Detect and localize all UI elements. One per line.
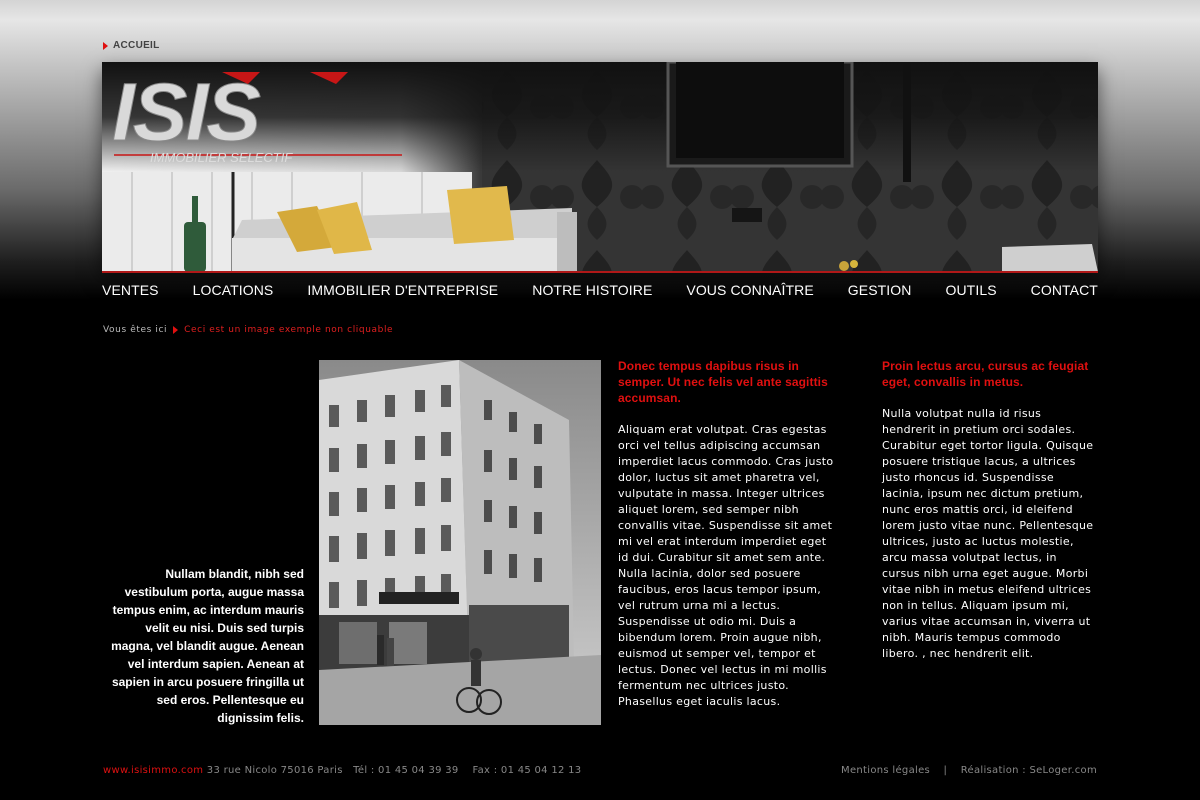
banner-image: ISIS IMMOBILIER SELECTIF	[102, 62, 1098, 272]
column-1-heading: Donec tempus dapibus risus in semper. Ut…	[618, 359, 828, 405]
breadcrumb-prefix: Vous êtes ici	[103, 325, 168, 335]
intro-text: Nullam blandit, nibh sed vestibulum port…	[111, 567, 304, 725]
footer-links: Mentions légales | Réalisation : SeLoger…	[841, 765, 1097, 776]
credit-link[interactable]: Réalisation : SeLoger.com	[961, 765, 1097, 776]
column-1-body: Aliquam erat volutpat. Cras egestas orci…	[618, 423, 834, 708]
building-photo	[319, 360, 601, 725]
home-link[interactable]: ACCUEIL	[103, 40, 160, 51]
content-column-2: Proin lectus arcu, cursus ac feugiat ege…	[882, 358, 1098, 662]
content-column-1: Donec tempus dapibus risus in semper. Ut…	[618, 358, 838, 710]
arrow-right-icon	[173, 326, 179, 334]
header-banner: ISIS IMMOBILIER SELECTIF	[102, 62, 1098, 272]
footer-contact: www.isisimmo.com 33 rue Nicolo 75016 Par…	[103, 765, 581, 776]
breadcrumb: Vous êtes ici Ceci est un image exemple …	[103, 325, 393, 335]
footer-phone: Tél : 01 45 04 39 39	[353, 765, 459, 776]
nav-item-gestion[interactable]: GESTION	[848, 282, 912, 298]
banner-divider	[102, 271, 1098, 273]
breadcrumb-current: Ceci est un image exemple non cliquable	[184, 325, 394, 335]
footer-fax: Fax : 01 45 04 12 13	[472, 765, 582, 776]
nav-item-vous-connaitre[interactable]: VOUS CONNAÎTRE	[686, 282, 813, 298]
footer-address: 33 rue Nicolo 75016 Paris	[206, 765, 343, 776]
nav-item-locations[interactable]: LOCATIONS	[193, 282, 274, 298]
main-nav: VENTES LOCATIONS IMMOBILIER D'ENTREPRISE…	[102, 282, 1098, 298]
footer: www.isisimmo.com 33 rue Nicolo 75016 Par…	[103, 765, 1097, 776]
website-link[interactable]: www.isisimmo.com	[103, 765, 203, 776]
home-link-label: ACCUEIL	[113, 40, 160, 51]
column-2-heading: Proin lectus arcu, cursus ac feugiat ege…	[882, 359, 1089, 389]
logo-tagline: IMMOBILIER SELECTIF	[150, 150, 293, 165]
nav-item-contact[interactable]: CONTACT	[1031, 282, 1098, 298]
column-2-body: Nulla volutpat nulla id risus hendrerit …	[882, 407, 1094, 660]
legal-link[interactable]: Mentions légales	[841, 765, 930, 776]
nav-item-outils[interactable]: OUTILS	[945, 282, 996, 298]
footer-separator: |	[943, 765, 948, 776]
logo-text: ISIS	[112, 67, 260, 158]
nav-item-notre-histoire[interactable]: NOTRE HISTOIRE	[532, 282, 652, 298]
nav-item-ventes[interactable]: VENTES	[102, 282, 159, 298]
nav-item-immobilier-entreprise[interactable]: IMMOBILIER D'ENTREPRISE	[307, 282, 498, 298]
arrow-right-icon	[103, 41, 108, 50]
